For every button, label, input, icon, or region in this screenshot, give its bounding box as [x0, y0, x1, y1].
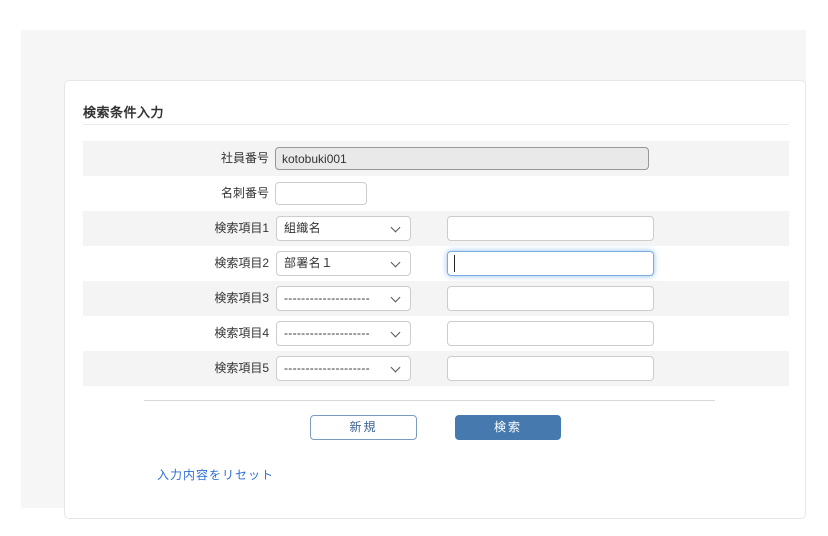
reset-input-link[interactable]: 入力内容をリセット [157, 466, 274, 483]
row-search-item-3: 検索項目3 -------------------- [83, 281, 789, 316]
search-item-5-input[interactable] [447, 356, 654, 381]
search-item-2-select[interactable]: 部署名１ [276, 251, 411, 276]
chevron-down-icon [390, 257, 401, 268]
search-item-4-label: 検索項目4 [214, 326, 269, 340]
search-item-1-label: 検索項目1 [214, 221, 269, 235]
search-item-2-input[interactable] [447, 251, 654, 276]
search-item-4-select[interactable]: -------------------- [276, 321, 411, 346]
form-rows: 社員番号 名刺番号 検索項目1 組織名 検索項目2 部署名１ [83, 141, 789, 386]
search-item-4-select-value: -------------------- [284, 326, 370, 340]
card-number-label: 名刺番号 [220, 186, 269, 200]
search-condition-card: 検索条件入力 社員番号 名刺番号 検索項目1 組織名 検索項目2 [64, 80, 806, 519]
search-item-2-select-value: 部署名１ [284, 256, 334, 270]
new-button[interactable]: 新規 [310, 415, 417, 440]
search-item-3-select-value: -------------------- [284, 291, 370, 305]
card-number-input[interactable] [275, 182, 367, 205]
row-employee-number: 社員番号 [83, 141, 789, 176]
search-item-1-select[interactable]: 組織名 [276, 216, 411, 241]
search-item-5-select[interactable]: -------------------- [276, 356, 411, 381]
actions-divider [144, 400, 715, 401]
row-search-item-5: 検索項目5 -------------------- [83, 351, 789, 386]
row-card-number: 名刺番号 [83, 176, 789, 211]
row-search-item-2: 検索項目2 部署名１ [83, 246, 789, 281]
search-item-4-input[interactable] [447, 321, 654, 346]
search-item-3-input[interactable] [447, 286, 654, 311]
row-search-item-4: 検索項目4 -------------------- [83, 316, 789, 351]
search-item-5-select-value: -------------------- [284, 361, 370, 375]
search-item-1-select-value: 組織名 [284, 221, 321, 235]
chevron-down-icon [390, 222, 401, 233]
app-background: 検索条件入力 社員番号 名刺番号 検索項目1 組織名 検索項目2 [21, 30, 806, 519]
row-search-item-1: 検索項目1 組織名 [83, 211, 789, 246]
page-title: 検索条件入力 [83, 105, 165, 120]
search-button[interactable]: 検索 [455, 415, 561, 440]
search-item-2-label: 検索項目2 [214, 256, 269, 270]
employee-number-label: 社員番号 [220, 151, 269, 165]
search-item-5-label: 検索項目5 [214, 361, 269, 375]
text-cursor [454, 255, 455, 272]
chevron-down-icon [390, 362, 401, 373]
search-item-3-select[interactable]: -------------------- [276, 286, 411, 311]
search-item-3-label: 検索項目3 [214, 291, 269, 305]
employee-number-input[interactable] [275, 147, 649, 170]
chevron-down-icon [390, 327, 401, 338]
search-item-1-input[interactable] [447, 216, 654, 241]
title-divider [83, 124, 789, 125]
chevron-down-icon [390, 292, 401, 303]
